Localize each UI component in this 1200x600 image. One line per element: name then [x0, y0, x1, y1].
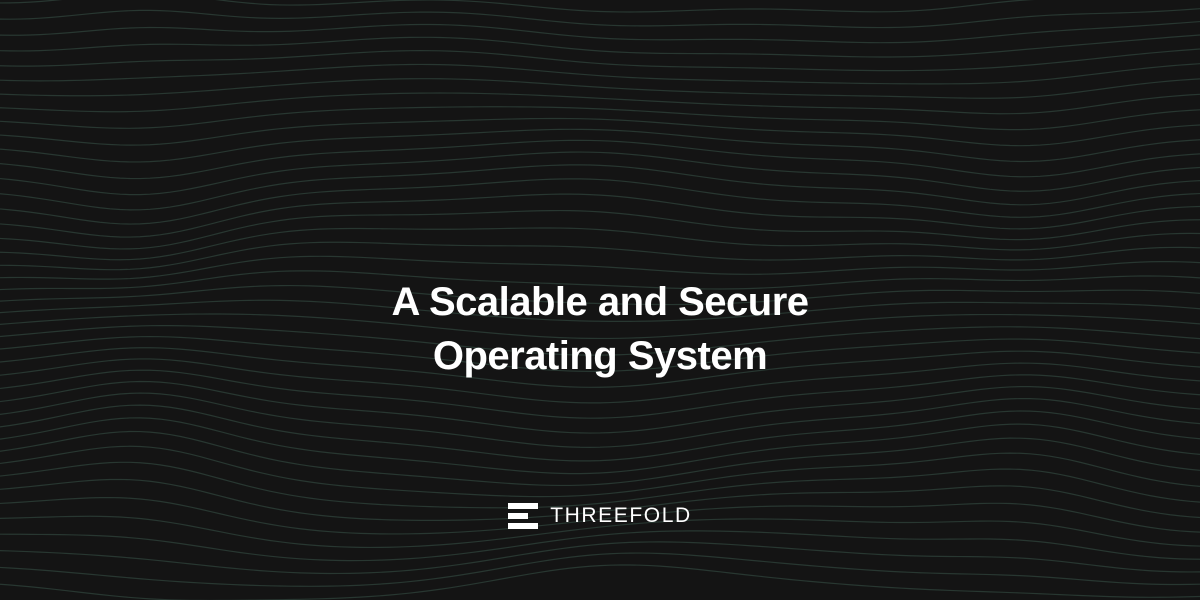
wave-line — [0, 461, 1200, 509]
brand-name: THREEFOLD — [550, 504, 692, 527]
wave-line — [0, 241, 1200, 271]
wave-line — [0, 178, 1200, 225]
wave-line — [0, 164, 1200, 211]
wave-line — [0, 92, 1200, 115]
wave-line — [0, 417, 1200, 475]
wave-line — [0, 530, 1200, 562]
wave-line — [0, 193, 1200, 238]
wave-line — [0, 392, 1200, 448]
wave-line — [0, 106, 1200, 131]
wave-line — [0, 445, 1200, 498]
wave-line — [0, 48, 1200, 72]
wave-line — [0, 541, 1200, 575]
wave-line — [0, 117, 1200, 147]
headline-line-2: Operating System — [432, 333, 768, 378]
wave-line — [0, 564, 1200, 600]
threefold-logo-icon — [508, 503, 539, 529]
wave-line — [0, 227, 1200, 261]
hero-banner: A Scalable and Secure Operating System T… — [0, 0, 1200, 600]
headline: A Scalable and Secure Operating System — [0, 275, 1200, 383]
logo-bar — [508, 513, 529, 519]
wave-line — [0, 430, 1200, 487]
wave-line — [0, 0, 1036, 13]
wave-line — [0, 63, 1200, 85]
headline-line-1: A Scalable and Secure — [391, 279, 809, 324]
brand-lockup: THREEFOLD — [0, 503, 1200, 529]
logo-bar — [508, 503, 539, 509]
logo-bar — [508, 523, 539, 529]
wave-line — [0, 380, 1200, 434]
